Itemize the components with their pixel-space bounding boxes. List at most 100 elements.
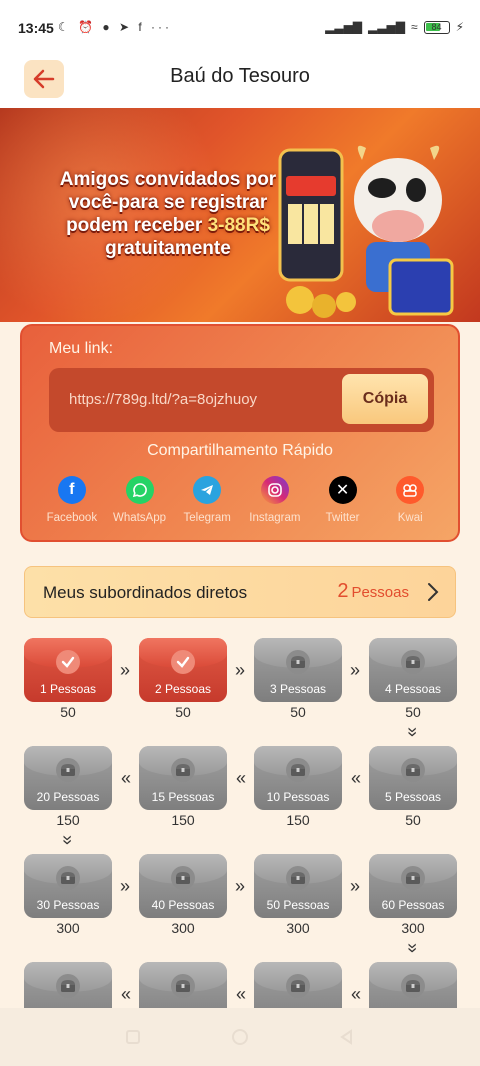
- tier-reward: 50: [405, 812, 421, 828]
- tier-reward: 50: [405, 704, 421, 720]
- direct-subordinates-bar[interactable]: Meus subordinados diretos 2 Pessoas: [24, 566, 456, 618]
- double-chevron-right-icon: »: [349, 876, 360, 896]
- chest-icon: [406, 980, 420, 992]
- reward-tier-tile[interactable]: 60 Pessoas: [369, 854, 457, 918]
- chest-icon: [406, 764, 420, 776]
- signal-icon: ▂▃▅▇: [325, 20, 363, 34]
- chest-icon: [406, 872, 420, 884]
- chest-icon: [291, 656, 305, 668]
- tier-label: 4 Pessoas: [384, 682, 442, 696]
- tier-reward: 150: [171, 812, 195, 828]
- chest-icon: [61, 980, 75, 992]
- page-title: Baú do Tesouro: [170, 65, 310, 87]
- banner-text: Amigos convidados por você-para se regis…: [59, 169, 277, 259]
- recent-apps-icon[interactable]: [125, 1029, 141, 1045]
- x-icon: ✕: [328, 476, 357, 504]
- reward-tier-tile[interactable]: 30 Pessoas: [24, 854, 112, 918]
- locked-chest-badge: [56, 866, 80, 890]
- reward-tier-tile[interactable]: 3 Pessoas: [254, 638, 342, 702]
- locked-chest-badge: [401, 974, 425, 998]
- share-row: f Facebook WhatsApp Telegram Instagram ✕…: [38, 476, 444, 524]
- battery-icon: 84: [423, 20, 450, 34]
- facebook-icon: f: [57, 476, 86, 504]
- share-kwai[interactable]: Kwai: [376, 476, 444, 524]
- reward-tier-tile[interactable]: 1 Pessoas: [24, 638, 112, 702]
- reward-tier-tile[interactable]: [254, 962, 342, 1008]
- tier-label: 40 Pessoas: [151, 898, 215, 912]
- locked-chest-badge: [286, 974, 310, 998]
- double-chevron-left-icon: «: [120, 984, 131, 1004]
- home-icon[interactable]: [231, 1028, 249, 1046]
- locked-chest-badge: [171, 866, 195, 890]
- locked-chest-badge: [171, 758, 195, 782]
- system-nav-bar: [0, 1008, 480, 1066]
- status-right: ▂▃▅▇ ▂▃▅▇ ≈ 84 ⚡: [325, 20, 464, 34]
- tier-reward: 300: [56, 920, 80, 936]
- copy-button[interactable]: Cópia: [342, 374, 428, 424]
- share-telegram[interactable]: Telegram: [173, 476, 241, 524]
- reward-tier-tile[interactable]: [139, 962, 227, 1008]
- share-facebook[interactable]: f Facebook: [38, 476, 106, 524]
- chest-icon: [61, 872, 75, 884]
- reward-tier-tile[interactable]: 5 Pessoas: [369, 746, 457, 810]
- double-chevron-down-icon: »: [403, 942, 423, 953]
- share-title: Compartilhamento Rápido: [147, 442, 333, 459]
- reward-tier-tile[interactable]: 15 Pessoas: [139, 746, 227, 810]
- tier-label: 15 Pessoas: [151, 790, 215, 804]
- reward-tier-tile[interactable]: 40 Pessoas: [139, 854, 227, 918]
- locked-chest-badge: [401, 758, 425, 782]
- double-chevron-left-icon: «: [350, 984, 361, 1004]
- share-instagram[interactable]: Instagram: [241, 476, 309, 524]
- tier-label: 50 Pessoas: [266, 898, 330, 912]
- tier-reward: 50: [175, 704, 191, 720]
- locked-chest-badge: [286, 866, 310, 890]
- locked-chest-badge: [286, 758, 310, 782]
- chest-icon: [176, 872, 190, 884]
- reward-tier-tile[interactable]: 4 Pessoas: [369, 638, 457, 702]
- app-header: Baú do Tesouro: [0, 48, 480, 108]
- share-twitter[interactable]: ✕ Twitter: [309, 476, 377, 524]
- check-icon: [176, 656, 190, 668]
- tier-reward: 150: [286, 812, 310, 828]
- tier-reward: 50: [290, 704, 306, 720]
- reward-tier-tile[interactable]: 10 Pessoas: [254, 746, 342, 810]
- reward-tier-tile[interactable]: [369, 962, 457, 1008]
- reward-tier-tile[interactable]: 50 Pessoas: [254, 854, 342, 918]
- reward-tier-tile[interactable]: 2 Pessoas: [139, 638, 227, 702]
- notification-icons: ☾ ⏰ ● ➤ f ···: [58, 20, 172, 34]
- link-field: https://789g.ltd/?a=8ojzhuoy Cópia: [49, 368, 434, 432]
- claimed-badge: [171, 650, 195, 674]
- chest-icon: [176, 980, 190, 992]
- subordinates-label: Meus subordinados diretos: [43, 583, 248, 602]
- jackpot-cow-illustration: [278, 145, 454, 318]
- share-whatsapp[interactable]: WhatsApp: [106, 476, 174, 524]
- tier-label: 10 Pessoas: [266, 790, 330, 804]
- chest-icon: [291, 764, 305, 776]
- invite-link-card: Meu link: https://789g.ltd/?a=8ojzhuoy C…: [20, 324, 460, 542]
- kwai-icon: [396, 476, 425, 504]
- tier-label: 1 Pessoas: [39, 682, 97, 696]
- tier-label: 60 Pessoas: [381, 898, 445, 912]
- tier-reward: 300: [171, 920, 195, 936]
- tier-reward: 300: [286, 920, 310, 936]
- chest-icon: [61, 764, 75, 776]
- double-chevron-left-icon: «: [120, 768, 131, 788]
- tier-label: 5 Pessoas: [384, 790, 442, 804]
- promo-banner: Amigos convidados por você-para se regis…: [0, 108, 480, 322]
- tier-reward: 150: [56, 812, 80, 828]
- locked-chest-badge: [171, 974, 195, 998]
- chevron-right-icon: [428, 583, 439, 601]
- double-chevron-down-icon: »: [403, 726, 423, 737]
- back-nav-icon[interactable]: [339, 1029, 355, 1045]
- double-chevron-down-icon: »: [58, 834, 78, 845]
- double-chevron-right-icon: »: [119, 876, 130, 896]
- double-chevron-right-icon: »: [119, 660, 130, 680]
- whatsapp-icon: [125, 476, 154, 504]
- reward-tier-tile[interactable]: 20 Pessoas: [24, 746, 112, 810]
- double-chevron-right-icon: »: [234, 876, 245, 896]
- tier-reward: 50: [60, 704, 76, 720]
- charging-icon: ⚡: [455, 20, 464, 34]
- locked-chest-badge: [56, 974, 80, 998]
- claimed-badge: [56, 650, 80, 674]
- reward-tier-tile[interactable]: [24, 962, 112, 1008]
